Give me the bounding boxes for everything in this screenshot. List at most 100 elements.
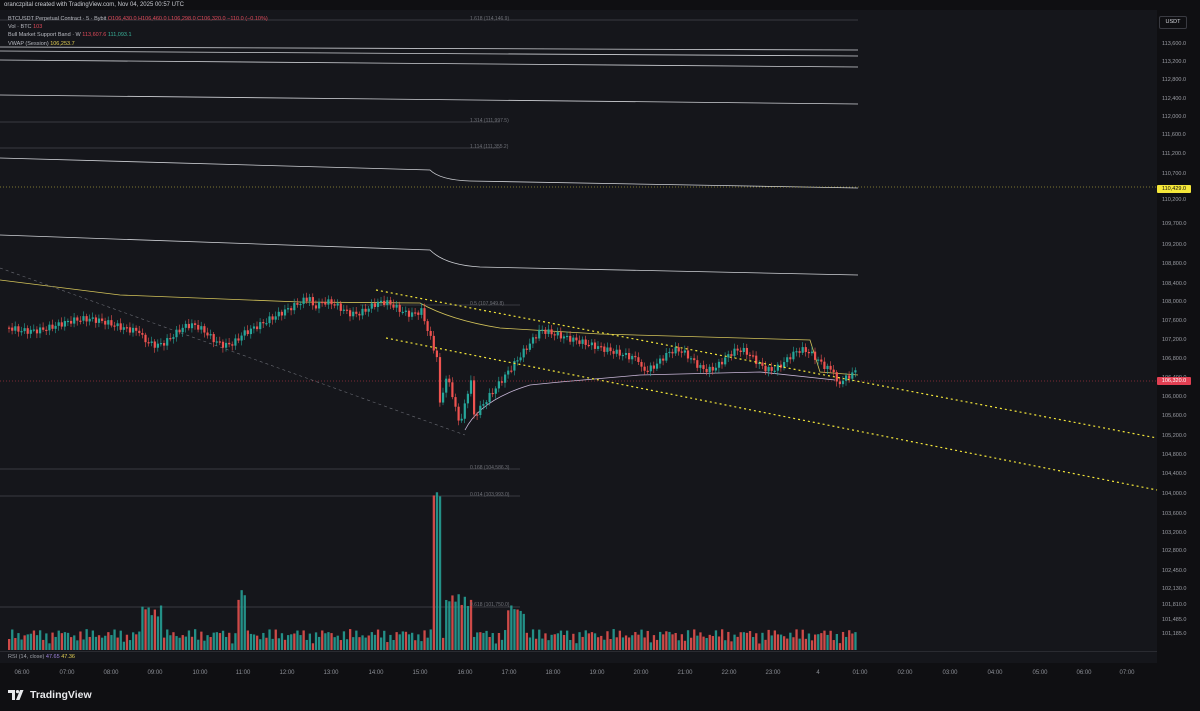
fib-label-05: 0.5 (107,949.8) — [470, 301, 504, 307]
legend-symbol[interactable]: BTCUSDT Perpetual Contract · 5 · Bybit — [8, 16, 106, 22]
candle-body — [17, 326, 20, 332]
candle-body — [163, 343, 166, 346]
candle-body — [789, 357, 792, 360]
volume-bar — [172, 632, 175, 650]
volume-bar — [429, 629, 432, 650]
rsi-legend[interactable]: RSI (14, close) 47.65 47.36 — [8, 654, 75, 660]
candle-body — [479, 405, 482, 416]
volume-bar — [29, 633, 32, 650]
candle-body — [826, 365, 829, 370]
volume-bar — [426, 637, 429, 650]
volume-bar — [618, 630, 621, 650]
volume-bar — [76, 640, 79, 650]
legend-volume-label[interactable]: Vol · BTC — [8, 24, 32, 30]
volume-bar — [39, 630, 42, 650]
candle-body — [150, 341, 153, 343]
volume-bar — [764, 639, 767, 650]
volume-bar — [79, 631, 82, 650]
legend-volume-row[interactable]: Vol · BTC 103 — [8, 23, 268, 31]
volume-bar — [218, 633, 222, 650]
candle-body — [420, 308, 423, 315]
volume-bar — [488, 636, 491, 650]
tradingview-logo[interactable]: TradingView — [8, 689, 92, 701]
volume-bar — [569, 639, 572, 650]
candle-body — [690, 358, 693, 360]
candle-body — [426, 321, 429, 331]
volume-bar — [649, 642, 652, 650]
volume-bar — [423, 630, 426, 650]
rsi-label[interactable]: RSI (14, close) — [8, 654, 44, 660]
candle-body — [739, 350, 742, 353]
candle-body — [51, 324, 54, 329]
legend-bmsb-label[interactable]: Bull Market Support Band · W — [8, 32, 81, 38]
volume-bar — [665, 631, 668, 650]
volume-bar — [215, 632, 218, 650]
candle-body — [132, 327, 135, 333]
candle-body — [184, 323, 187, 328]
volume-bar — [786, 638, 789, 650]
volume-bar — [621, 637, 625, 650]
legend-volume-value: 103 — [33, 24, 43, 31]
candle-body — [730, 354, 733, 356]
legend-vwap-row[interactable]: VWAP (Session) 106,253.7 — [8, 40, 268, 48]
indicator-lines — [0, 46, 1157, 436]
candle-body — [680, 351, 683, 353]
candle-body — [717, 361, 721, 368]
volume-bar — [212, 632, 215, 650]
legend-symbol-row[interactable]: BTCUSDT Perpetual Contract · 5 · Bybit O… — [8, 15, 268, 23]
candle-body — [566, 335, 569, 338]
candle-body — [665, 352, 668, 361]
candle-body — [755, 355, 758, 365]
volume-bar — [693, 629, 696, 650]
volume-bar — [367, 635, 370, 650]
volume-bar — [401, 631, 404, 650]
volume-bar — [535, 638, 538, 650]
candle-body — [829, 365, 832, 370]
candle-body — [615, 349, 618, 354]
volume-bar — [321, 630, 324, 650]
volume-bar — [268, 629, 271, 650]
volume-bar — [228, 632, 231, 650]
candle-body — [231, 344, 234, 346]
candle-body — [324, 302, 327, 305]
volume-bar — [705, 637, 708, 650]
volume-bar — [206, 635, 209, 650]
volume-bar — [683, 640, 687, 650]
volume-bar — [339, 640, 342, 650]
legend-bmsb-row[interactable]: Bull Market Support Band · W 113,607.6 1… — [8, 31, 268, 39]
volume-bar — [541, 638, 544, 650]
candle-body — [798, 351, 801, 353]
volume-bar — [125, 634, 129, 650]
volume-bar — [200, 631, 203, 650]
candle-body — [556, 332, 559, 336]
candle-body — [634, 355, 637, 358]
volume-bar — [479, 632, 482, 650]
candle-body — [593, 342, 597, 349]
candle-body — [66, 320, 70, 323]
candle-body — [79, 320, 82, 322]
volume-bar — [835, 634, 838, 650]
candle-body — [333, 304, 336, 306]
vwap-line — [464, 371, 836, 431]
candle-body — [748, 354, 752, 356]
volume-bar — [838, 643, 842, 650]
candle-body — [432, 335, 435, 351]
time-axis-label: 09:00 — [147, 670, 163, 676]
volume-bar — [655, 639, 659, 650]
fib-label-1114: 1.114 (111,355.2) — [470, 144, 509, 150]
volume-bar — [54, 636, 57, 650]
candle-body — [88, 318, 91, 322]
candle-body — [197, 324, 200, 330]
time-axis-label: 05:00 — [1032, 670, 1048, 676]
candle-body — [373, 303, 376, 307]
candle-body — [361, 308, 364, 316]
candle-body — [820, 359, 823, 362]
candle-body — [451, 382, 454, 398]
candle-body — [528, 343, 531, 350]
legend-vwap-label[interactable]: VWAP (Session) — [8, 41, 49, 47]
candle-body — [147, 342, 150, 344]
volume-bar — [590, 632, 594, 650]
candle-body — [116, 323, 119, 327]
candle-body — [305, 297, 308, 302]
volume-bar — [792, 637, 795, 650]
